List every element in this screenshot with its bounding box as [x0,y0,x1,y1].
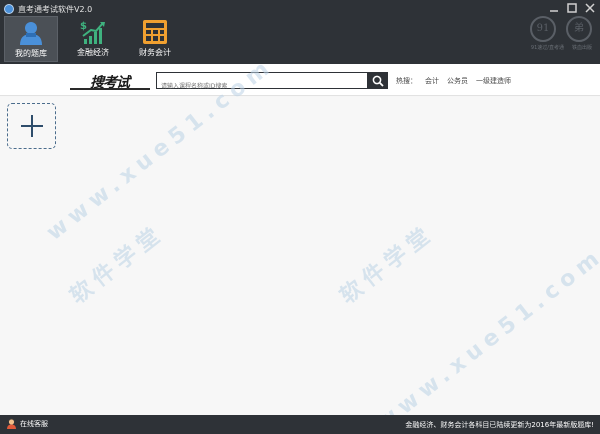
window-title: 直考通考试软件V2.0 [18,4,93,14]
minimize-icon[interactable] [548,2,560,14]
title-bar: 直考通考试软件V2.0 [4,2,92,16]
hot-link-accounting[interactable]: 会计 [425,76,439,86]
hot-link-civil-servant[interactable]: 公务员 [447,76,468,86]
nav-item-finance[interactable]: $ 金融经济 [66,16,120,62]
search-icon [372,75,384,87]
brand-logo-right: 弟 [566,16,592,42]
brand-logo-left: 91 [530,16,556,42]
watermark-text: 软件学堂 [335,220,440,310]
nav-item-accounting[interactable]: 财务会计 [128,16,182,62]
status-notice: 金融经济、财务会计各科目已陆续更新为2016年最新版题库! [405,421,594,429]
top-toolbar: 直考通考试软件V2.0 我的题库 $ 金融经济 财务会计 91 弟 91速过/直… [0,0,600,64]
plus-icon [20,115,43,137]
nav-label: 我的题库 [15,49,47,58]
calculator-icon [143,20,167,44]
watermark-text: www.xue51.com [372,243,600,434]
status-bar: 在线客服 金融经济、财务会计各科目已陆续更新为2016年最新版题库! [0,415,600,434]
hot-searches: 热搜： 会计 公务员 一级建造师 [396,76,511,86]
brand-area: 91 弟 91速过/直考通 铁血出版 [530,16,592,51]
nav-label: 金融经济 [77,48,109,57]
online-service-button[interactable]: 在线客服 [6,418,48,429]
maximize-icon[interactable] [566,2,578,14]
logo-underline [70,88,150,90]
customer-service-icon [7,418,16,429]
main-nav: 我的题库 $ 金融经济 财务会计 [4,16,190,62]
app-window: 直考通考试软件V2.0 我的题库 $ 金融经济 财务会计 91 弟 91速过/直… [0,0,600,434]
dollar-chart-icon: $ [80,21,105,44]
hot-label: 热搜： [396,77,417,85]
nav-item-my-questions[interactable]: 我的题库 [4,16,58,62]
close-icon[interactable] [584,2,596,14]
window-controls [548,2,596,14]
nav-label: 财务会计 [139,48,171,57]
hot-link-constructor[interactable]: 一级建造师 [476,76,511,86]
search-button[interactable] [368,72,388,89]
brand-caption-right: 铁血出版 [571,45,592,51]
user-icon [20,22,42,45]
add-question-bank-button[interactable] [7,103,56,149]
watermark-text: 软件学堂 [65,220,170,310]
brand-caption-left: 91速过/直考通 [530,45,564,51]
svg-text:$: $ [80,21,87,32]
app-logo-icon [4,4,14,14]
main-content: www.xue51.com 软件学堂 软件学堂 www.xue51.com [0,53,600,434]
service-label: 在线客服 [20,419,48,428]
